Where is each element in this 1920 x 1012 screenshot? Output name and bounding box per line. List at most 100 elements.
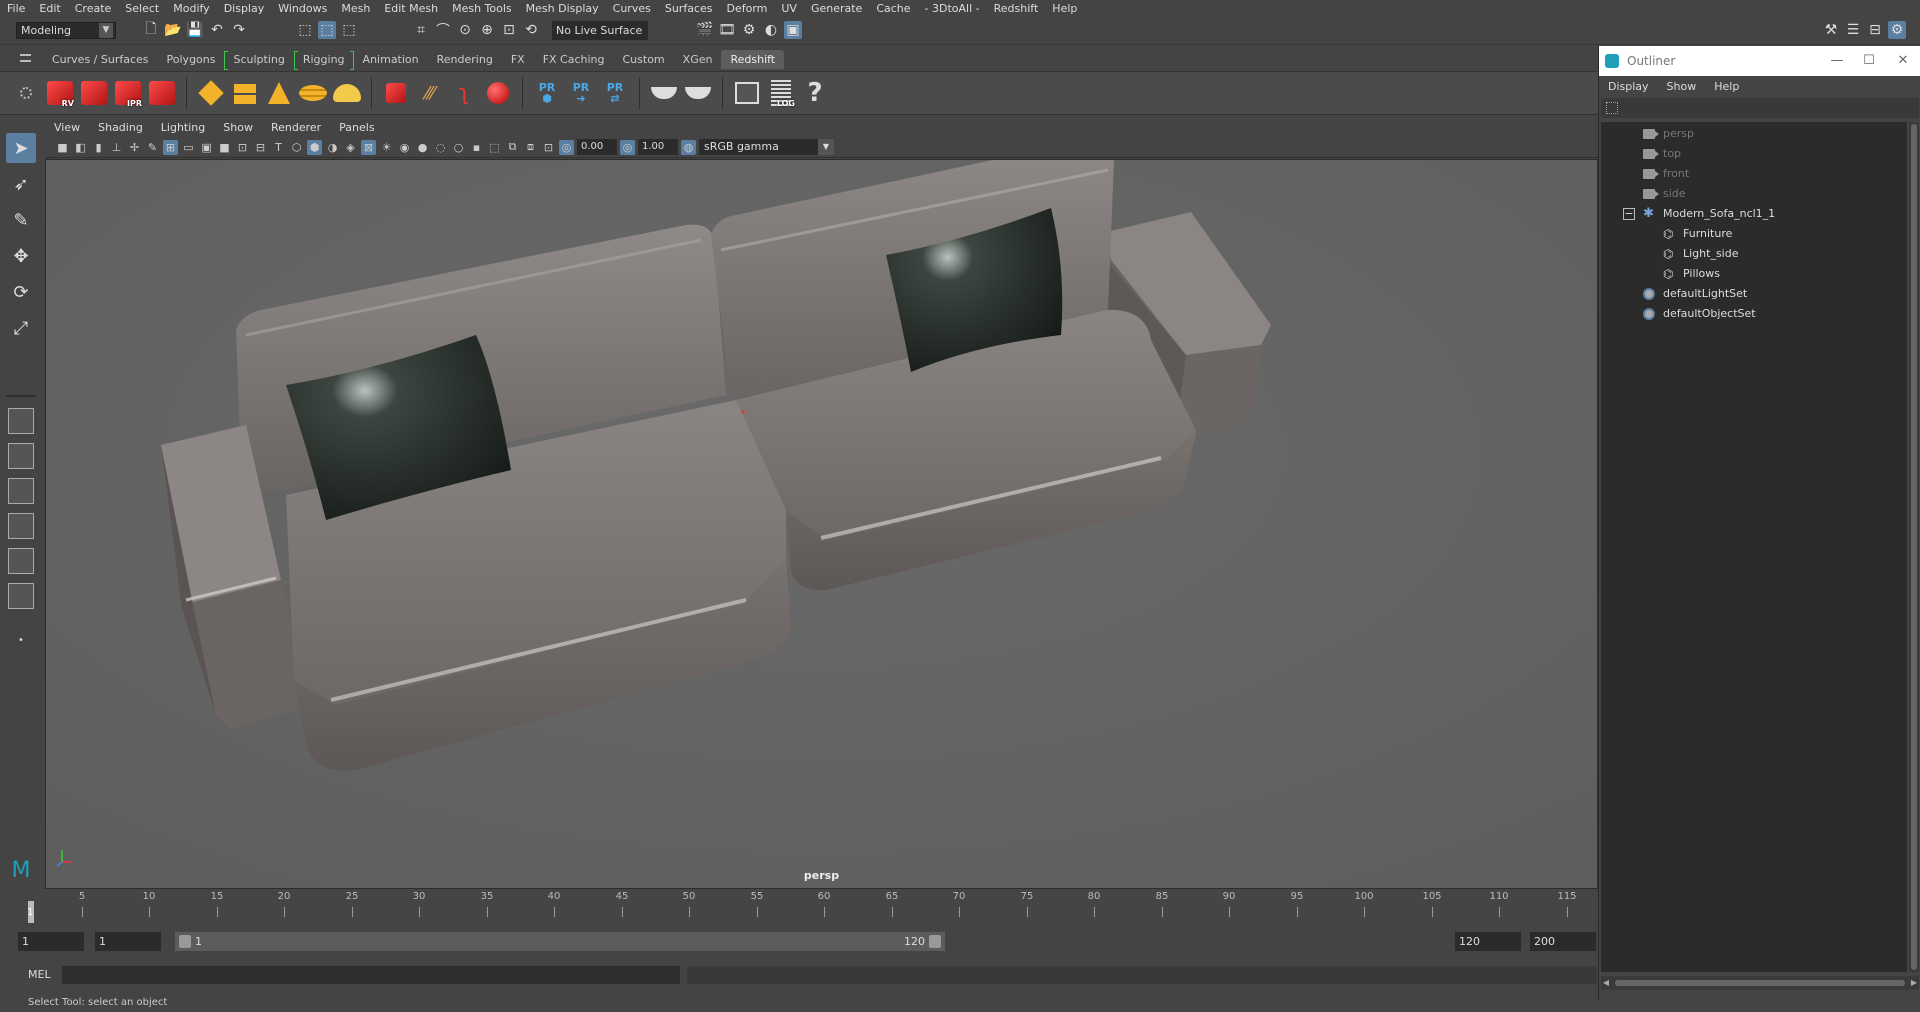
isolate-select-icon[interactable]: ⬚ (487, 140, 502, 155)
menu-windows[interactable]: Windows (271, 2, 334, 15)
safe-action-icon[interactable]: ⊟ (253, 140, 268, 155)
exposure-toggle-icon[interactable]: ◎ (559, 139, 574, 155)
film-gate-icon[interactable]: ▭ (181, 140, 196, 155)
menu-surfaces[interactable]: Surfaces (658, 2, 720, 15)
pr-proxy-export-button[interactable]: PR ⬢ (531, 77, 563, 109)
rs-curve-button[interactable]: ʅ (448, 77, 480, 109)
menu-3dtoall[interactable]: - 3DtoAll - (918, 2, 987, 15)
gamma-toggle-icon[interactable]: ◎ (620, 139, 635, 155)
menu-modify[interactable]: Modify (166, 2, 216, 15)
scroll-left-icon[interactable]: ◀ (1601, 976, 1611, 990)
menu-file[interactable]: File (0, 2, 32, 15)
rs-dome-light-button[interactable] (297, 77, 329, 109)
tool-settings-icon[interactable]: ⊟ (1866, 21, 1884, 39)
rs-ies-light-button[interactable] (263, 77, 295, 109)
select-component-icon[interactable]: ⬚ (340, 21, 358, 39)
snap-projected-icon[interactable]: ⊕ (478, 21, 496, 39)
persp-graph-layout-icon[interactable] (8, 513, 34, 539)
image-plane-icon[interactable]: ⊥ (109, 140, 124, 155)
log-button[interactable]: LOG (765, 77, 797, 109)
rs-sun-sky-button[interactable] (331, 77, 363, 109)
menu-mesh[interactable]: Mesh (334, 2, 377, 15)
redshift-settings-button[interactable] (146, 77, 178, 109)
gate-mask-icon[interactable]: ■ (217, 140, 232, 155)
panel-menu-shading[interactable]: Shading (89, 121, 152, 134)
shelf-gear-icon[interactable] (20, 87, 32, 99)
outliner-item-pillows[interactable]: ⌬ Pillows (1601, 264, 1907, 284)
move-tool-icon[interactable]: ✥ (6, 241, 36, 271)
persp-hypershade-layout-icon[interactable] (8, 548, 34, 574)
outliner-item-top[interactable]: top (1601, 144, 1907, 164)
outliner-menu-help[interactable]: Help (1705, 80, 1748, 93)
command-language-label[interactable]: MEL (28, 968, 51, 981)
minimize-icon[interactable]: — (1827, 51, 1847, 71)
select-object-icon[interactable]: ⬚ (318, 21, 336, 39)
new-scene-icon[interactable]: 🗋 (142, 21, 160, 39)
collapse-icon[interactable]: − (1623, 208, 1635, 220)
redshift-render-view-icon[interactable]: ▣ (784, 21, 802, 39)
rs-portal-light-button[interactable] (229, 77, 261, 109)
undo-icon[interactable]: ↶ (208, 21, 226, 39)
shelf-menu-icon[interactable] (20, 54, 31, 62)
time-ruler[interactable]: 5 10 15 20 25 30 35 40 45 50 55 60 65 70… (30, 889, 1595, 923)
select-hierarchy-icon[interactable]: ⬚ (296, 21, 314, 39)
playback-start-field[interactable]: 1 (95, 932, 161, 951)
help-button[interactable]: ? (799, 77, 831, 109)
menu-deform[interactable]: Deform (719, 2, 774, 15)
material-bowl-button[interactable] (648, 77, 680, 109)
perspective-viewport[interactable]: persp (45, 159, 1598, 889)
menu-edit-mesh[interactable]: Edit Mesh (377, 2, 445, 15)
view-transform-dropdown[interactable]: sRGB gamma ▼ (699, 139, 834, 155)
more-layouts-icon[interactable]: • (6, 625, 36, 655)
rs-area-light-button[interactable] (195, 77, 227, 109)
bookmark-icon[interactable]: ▮ (91, 140, 106, 155)
tab-curves-surfaces[interactable]: Curves / Surfaces (43, 50, 158, 69)
tab-polygons[interactable]: Polygons (158, 50, 225, 69)
render-current-frame-icon[interactable]: 🎬 (696, 21, 714, 39)
redshift-ipr-button[interactable]: IPR (112, 77, 144, 109)
make-live-icon[interactable]: ⟲ (522, 21, 540, 39)
motion-blur-icon[interactable]: ● (415, 140, 430, 155)
safe-title-icon[interactable]: T (271, 140, 286, 155)
scroll-thumb[interactable] (1615, 980, 1905, 986)
xray-icon[interactable]: ▪ (469, 140, 484, 155)
paint-select-tool-icon[interactable]: ✎ (6, 205, 36, 235)
attribute-editor-icon[interactable]: ☰ (1844, 21, 1862, 39)
time-slider[interactable]: 5 10 15 20 25 30 35 40 45 50 55 60 65 70… (0, 889, 1598, 923)
scroll-thumb[interactable] (1911, 124, 1917, 970)
xray-joints-icon[interactable]: ⧉ (505, 140, 520, 155)
redo-icon[interactable]: ↷ (230, 21, 248, 39)
snap-grid-icon[interactable]: ⌗ (412, 21, 430, 39)
menu-mesh-display[interactable]: Mesh Display (519, 2, 606, 15)
menu-help[interactable]: Help (1045, 2, 1084, 15)
menu-select[interactable]: Select (118, 2, 166, 15)
tab-fx-caching[interactable]: FX Caching (534, 50, 614, 69)
tab-rendering[interactable]: Rendering (428, 50, 502, 69)
outliner-item-side[interactable]: side (1601, 184, 1907, 204)
two-d-pan-icon[interactable]: ✢ (127, 140, 142, 155)
persp-outliner-layout-icon[interactable] (8, 478, 34, 504)
frame-selection-icon[interactable]: ⊡ (541, 140, 556, 155)
material-bowl-2-button[interactable] (682, 77, 714, 109)
range-end-handle[interactable] (929, 935, 941, 948)
rs-hair-button[interactable]: ⁄⁄⁄ (414, 77, 446, 109)
tab-sculpting[interactable]: Sculpting (224, 50, 293, 70)
menu-create[interactable]: Create (68, 2, 119, 15)
ipr-render-icon[interactable]: 🎞 (718, 21, 736, 39)
outliner-item-default-object-set[interactable]: defaultObjectSet (1601, 304, 1907, 324)
script-editor-button[interactable] (731, 77, 763, 109)
smooth-shade-icon[interactable]: ⬢ (307, 139, 322, 155)
playback-end-field[interactable]: 120 (1455, 932, 1521, 951)
live-surface-field[interactable]: No Live Surface (552, 21, 648, 40)
panel-menu-view[interactable]: View (45, 121, 89, 134)
menu-uv[interactable]: UV (774, 2, 804, 15)
use-all-lights-icon[interactable]: ⊠ (361, 139, 376, 155)
redshift-render-view-button[interactable]: RV (44, 77, 76, 109)
tab-custom[interactable]: Custom (614, 50, 674, 69)
rs-sphere-button[interactable] (482, 77, 514, 109)
ambient-occlusion-icon[interactable]: ◉ (397, 140, 412, 155)
field-chart-icon[interactable]: ⊡ (235, 140, 250, 155)
outliner-item-light-side[interactable]: ⌬ Light_side (1601, 244, 1907, 264)
outliner-item-persp[interactable]: persp (1601, 124, 1907, 144)
grease-pencil-icon[interactable]: ✎ (145, 140, 160, 155)
